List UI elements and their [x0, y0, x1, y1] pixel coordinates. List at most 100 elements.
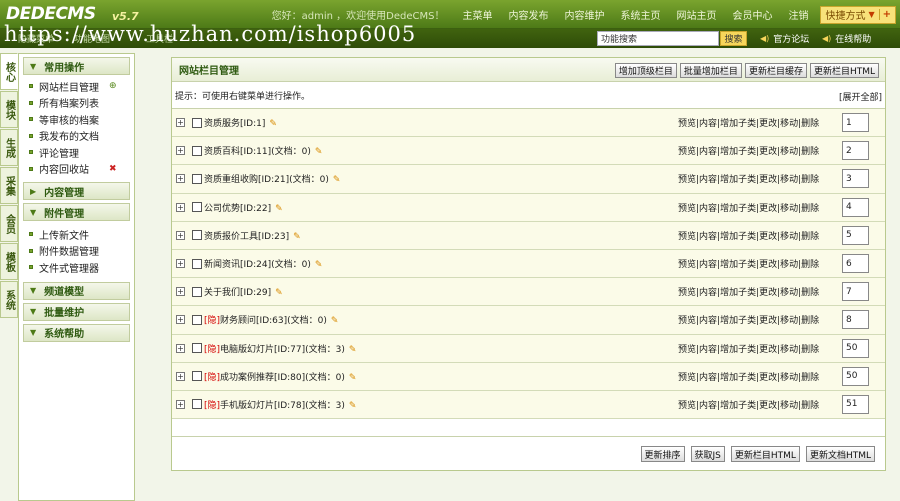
edit-icon[interactable]: ✎ [315, 147, 323, 157]
expand-all-link[interactable]: [展开全部] [839, 90, 882, 103]
sort-order-input[interactable] [842, 254, 869, 274]
update-doc-html-button[interactable]: 更新文档HTML [805, 446, 875, 462]
menu-group-content[interactable]: ▶ 内容管理 [23, 182, 130, 200]
expand-icon[interactable]: + [176, 230, 185, 240]
add-top-column-button[interactable]: 增加顶级栏目 [614, 63, 677, 78]
sort-order-input[interactable] [842, 225, 869, 245]
menu-item-attach-data[interactable]: 附件数据管理 [19, 243, 134, 260]
tab-core[interactable]: 核心 [0, 53, 18, 90]
category-name[interactable]: 资质报价工具[ID:23] ✎ [204, 229, 301, 242]
edit-icon[interactable]: ✎ [315, 260, 323, 270]
category-name[interactable]: [隐]成功案例推荐[ID:80](文档：0) ✎ [204, 370, 356, 383]
row-checkbox[interactable] [192, 258, 202, 269]
category-name[interactable]: 资质重组收购[ID:21](文档：0) ✎ [204, 172, 340, 185]
row-checkbox[interactable] [192, 343, 202, 354]
row-actions[interactable]: 预览|内容|增加子类|更改|移动|删除 [678, 144, 819, 157]
menu-group-attachments[interactable]: ▼ 附件管理 [23, 203, 130, 221]
edit-icon[interactable]: ✎ [349, 345, 357, 355]
expand-icon[interactable]: + [176, 202, 185, 212]
edit-icon[interactable]: ✎ [269, 119, 277, 129]
row-checkbox[interactable] [192, 371, 202, 382]
expand-icon[interactable]: + [176, 399, 185, 409]
menu-item-recycle[interactable]: 内容回收站 ✖ [19, 161, 134, 178]
row-actions[interactable]: 预览|内容|增加子类|更改|移动|删除 [678, 370, 819, 383]
category-name[interactable]: 公司优势[ID:22] ✎ [204, 201, 283, 214]
row-actions[interactable]: 预览|内容|增加子类|更改|移动|删除 [678, 398, 819, 411]
table-row[interactable]: + [隐]财务顾问[ID:63](文档：0) ✎ 预览|内容|增加子类|更改|移动|删… [172, 306, 885, 335]
expand-icon[interactable]: + [176, 146, 185, 156]
row-checkbox[interactable] [192, 399, 202, 410]
menu-item-my-docs[interactable]: 我发布的文档 [19, 128, 134, 145]
nav-content-publish[interactable]: 内容发布 [508, 7, 548, 22]
tab-generate[interactable]: 生成 [0, 129, 18, 166]
tab-member[interactable]: 会员 [0, 205, 18, 242]
row-checkbox[interactable] [192, 145, 202, 156]
row-checkbox[interactable] [192, 117, 202, 128]
menu-item-comments[interactable]: 评论管理 [19, 144, 134, 161]
row-actions[interactable]: 预览|内容|增加子类|更改|移动|删除 [678, 285, 819, 298]
table-row[interactable]: + 公司优势[ID:22] ✎ 预览|内容|增加子类|更改|移动|删除 [172, 193, 885, 222]
row-actions[interactable]: 预览|内容|增加子类|更改|移动|删除 [678, 257, 819, 270]
nav-system-home[interactable]: 系统主页 [620, 7, 660, 22]
nav-content-maintain[interactable]: 内容维护 [564, 7, 604, 22]
row-actions[interactable]: 预览|内容|增加子类|更改|移动|删除 [678, 342, 819, 355]
table-row[interactable]: + 资质重组收购[ID:21](文档：0) ✎ 预览|内容|增加子类|更改|移动|删除 [172, 165, 885, 194]
expand-icon[interactable]: + [176, 315, 185, 325]
edit-icon[interactable]: ✎ [275, 288, 283, 298]
sort-order-input[interactable] [842, 310, 869, 330]
nav-site-home[interactable]: 网站主页 [676, 7, 716, 22]
menu-item-pending-archives[interactable]: 等审核的档案 [19, 111, 134, 128]
update-order-button[interactable]: 更新排序 [640, 446, 685, 462]
sort-order-input[interactable] [842, 282, 869, 302]
sort-order-input[interactable] [842, 169, 869, 189]
edit-icon[interactable]: ✎ [293, 232, 301, 242]
category-name[interactable]: 资质百科[ID:11](文档：0) ✎ [204, 144, 322, 157]
category-name[interactable]: [隐]电脑版幻灯片[ID:77](文档：3) ✎ [204, 342, 356, 355]
tab-system[interactable]: 系统 [0, 281, 18, 318]
expand-icon[interactable]: + [176, 118, 185, 128]
sort-order-input[interactable] [842, 197, 869, 217]
table-row[interactable]: + [隐]手机版幻灯片[ID:78](文档：3) ✎ 预览|内容|增加子类|更改|移动… [172, 390, 885, 420]
sort-order-input[interactable] [842, 113, 869, 133]
row-checkbox[interactable] [192, 202, 202, 213]
nav-logout[interactable]: 注销 [788, 7, 808, 22]
official-forum-link[interactable]: ◀) 官方论坛 [760, 32, 809, 45]
sort-order-input[interactable] [842, 338, 869, 358]
expand-icon[interactable]: + [176, 174, 185, 184]
category-name[interactable]: [隐]财务顾问[ID:63](文档：0) ✎ [204, 313, 338, 326]
sort-order-input[interactable] [842, 394, 869, 414]
edit-icon[interactable]: ✎ [349, 401, 357, 411]
table-row[interactable]: + [隐]电脑版幻灯片[ID:77](文档：3) ✎ 预览|内容|增加子类|更改|移动… [172, 334, 885, 363]
menu-item-all-archives[interactable]: 所有档案列表 [19, 95, 134, 112]
trash-icon[interactable]: ✖ [109, 164, 117, 174]
edit-icon[interactable]: ✎ [275, 204, 283, 214]
row-checkbox[interactable] [192, 314, 202, 325]
edit-icon[interactable]: ✎ [333, 175, 341, 185]
online-help-link[interactable]: ◀) 在线帮助 [822, 32, 871, 45]
tab-template[interactable]: 模板 [0, 243, 18, 280]
table-row[interactable]: + 资质报价工具[ID:23] ✎ 预览|内容|增加子类|更改|移动|删除 [172, 221, 885, 250]
category-name[interactable]: 新闻资讯[ID:24](文档：0) ✎ [204, 257, 322, 270]
menu-group-batch[interactable]: ▼ 批量维护 [23, 302, 130, 321]
nav-member-center[interactable]: 会员中心 [732, 7, 772, 22]
sort-order-input[interactable] [842, 366, 869, 386]
edit-icon[interactable]: ✎ [331, 316, 339, 326]
sort-order-input[interactable] [842, 141, 869, 161]
table-row[interactable]: + 资质百科[ID:11](文档：0) ✎ 预览|内容|增加子类|更改|移动|删除 [172, 137, 885, 166]
menu-group-common[interactable]: ▼ 常用操作 [23, 57, 130, 75]
tab-module[interactable]: 模块 [0, 91, 18, 128]
batch-add-column-button[interactable]: 批量增加栏目 [679, 63, 742, 78]
row-checkbox[interactable] [192, 230, 202, 241]
row-actions[interactable]: 预览|内容|增加子类|更改|移动|删除 [678, 313, 819, 326]
update-column-cache-button[interactable]: 更新栏目缓存 [744, 63, 807, 78]
nav-main-menu[interactable]: 主菜单 [462, 7, 492, 22]
tab-collect[interactable]: 采集 [0, 167, 18, 204]
row-actions[interactable]: 预览|内容|增加子类|更改|移动|删除 [678, 116, 819, 129]
expand-icon[interactable]: + [176, 259, 185, 269]
table-row[interactable]: + 资质服务[ID:1] ✎ 预览|内容|增加子类|更改|移动|删除 [172, 109, 885, 138]
row-checkbox[interactable] [192, 286, 202, 297]
function-search-input[interactable] [597, 31, 719, 46]
table-row[interactable]: + 关于我们[ID:29] ✎ 预览|内容|增加子类|更改|移动|删除 [172, 278, 885, 307]
category-name[interactable]: 关于我们[ID:29] ✎ [204, 285, 283, 298]
row-checkbox[interactable] [192, 173, 202, 184]
